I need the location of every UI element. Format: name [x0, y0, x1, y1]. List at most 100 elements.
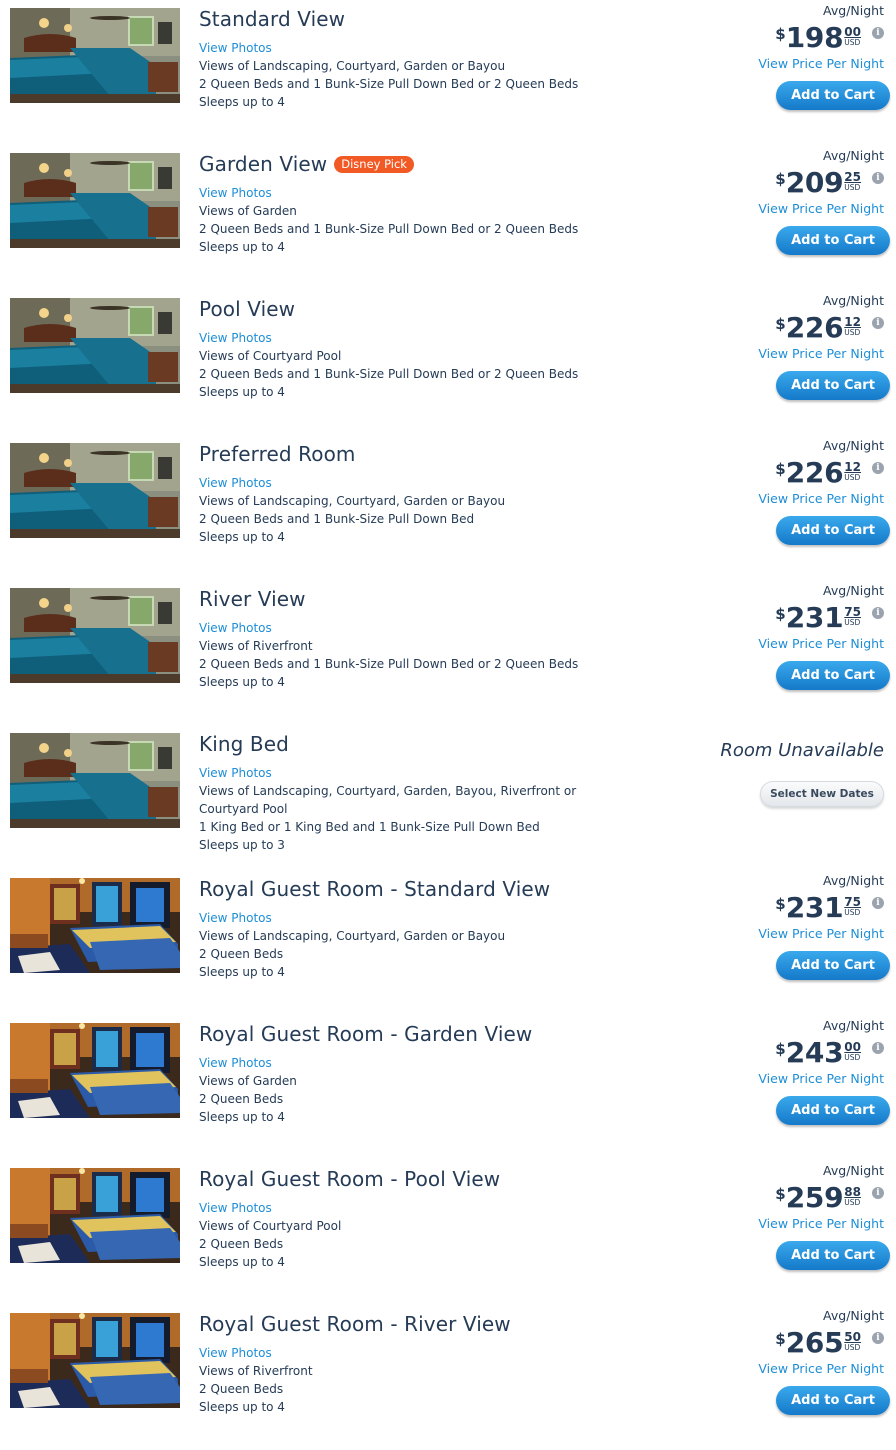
add-to-cart-button[interactable]: Add to Cart [776, 1241, 890, 1270]
title-row: King Bed [199, 732, 719, 756]
view-price-per-night-link[interactable]: View Price Per Night [704, 1216, 884, 1232]
room-row: Royal Guest Room - Garden View View Photo… [0, 1015, 896, 1160]
price-whole: 231 [785, 891, 844, 924]
royal-photo[interactable] [10, 1313, 180, 1408]
view-photos-link[interactable]: View Photos [199, 474, 719, 492]
room-photo[interactable] [10, 588, 180, 683]
view-price-per-night-link[interactable]: View Price Per Night [704, 346, 884, 362]
view-photos-link[interactable]: View Photos [199, 619, 719, 637]
view-price-per-night-link[interactable]: View Price Per Night [704, 1071, 884, 1087]
view-photos-link[interactable]: View Photos [199, 1199, 719, 1217]
royal-photo[interactable] [10, 1023, 180, 1118]
price-block: Avg/Night $209 25 USD i View Price Per Night [704, 148, 884, 217]
room-title: Royal Guest Room - River View [199, 1312, 511, 1336]
price-block: Avg/Night $231 75 USD i View Price Per Night [704, 583, 884, 652]
view-price-per-night-link[interactable]: View Price Per Night [704, 201, 884, 217]
room-photo[interactable] [10, 8, 180, 103]
view-photos-link[interactable]: View Photos [199, 1054, 719, 1072]
avg-night-label: Avg/Night [823, 1308, 884, 1323]
room-detail-line: Sleeps up to 4 [199, 240, 285, 254]
add-to-cart-button[interactable]: Add to Cart [776, 81, 890, 110]
room-detail-line: 2 Queen Beds and 1 Bunk-Size Pull Down B… [199, 77, 579, 91]
currency-code: USD [844, 908, 861, 917]
royal-photo[interactable] [10, 878, 180, 973]
room-title: Preferred Room [199, 442, 356, 466]
add-to-cart-button[interactable]: Add to Cart [776, 516, 890, 545]
currency-symbol: $ [775, 170, 786, 188]
info-icon[interactable]: i [872, 462, 884, 474]
room-info: Preferred Room View Photos Views of Landsc… [199, 442, 719, 546]
view-price-per-night-link[interactable]: View Price Per Night [704, 56, 884, 72]
room-detail-line: Views of Riverfront [199, 639, 313, 653]
add-to-cart-button[interactable]: Add to Cart [776, 661, 890, 690]
currency-code: USD [844, 1198, 861, 1207]
view-photos-link[interactable]: View Photos [199, 764, 719, 782]
view-photos-link[interactable]: View Photos [199, 39, 719, 57]
room-detail-line: Views of Garden [199, 1074, 297, 1088]
room-row: Preferred Room View Photos Views of Landsc… [0, 435, 896, 580]
price-block: Avg/Night $265 50 USD i View Price Per Night [704, 1308, 884, 1377]
room-photo[interactable] [10, 153, 180, 248]
currency-symbol: $ [775, 1330, 786, 1348]
view-photos-link[interactable]: View Photos [199, 184, 719, 202]
add-to-cart-button[interactable]: Add to Cart [776, 951, 890, 980]
price-cents: 12 [844, 315, 861, 329]
price-block: Avg/Night $226 12 USD i View Price Per Night [704, 438, 884, 507]
price-whole: 198 [785, 21, 844, 54]
room-row: Royal Guest Room - River View View Photos… [0, 1305, 896, 1450]
select-new-dates-button[interactable]: Select New Dates [760, 781, 884, 807]
room-info: Garden View Disney Pick View Photos Views o… [199, 152, 719, 256]
currency-code: USD [844, 1053, 861, 1062]
room-info: Pool View View Photos Views of Courtyard P… [199, 297, 719, 401]
room-row: Garden View Disney Pick View Photos Views o… [0, 145, 896, 290]
avg-night-label: Avg/Night [823, 1163, 884, 1178]
info-icon[interactable]: i [872, 897, 884, 909]
view-price-per-night-link[interactable]: View Price Per Night [704, 636, 884, 652]
price-wrap: $226 12 USD i [775, 311, 884, 344]
info-icon[interactable]: i [872, 1332, 884, 1344]
view-photos-link[interactable]: View Photos [199, 1344, 719, 1362]
avg-night-label: Avg/Night [823, 3, 884, 18]
info-icon[interactable]: i [872, 172, 884, 184]
add-to-cart-button[interactable]: Add to Cart [776, 371, 890, 400]
room-row: Royal Guest Room - Pool View View Photos V… [0, 1160, 896, 1305]
info-icon[interactable]: i [872, 317, 884, 329]
add-to-cart-button[interactable]: Add to Cart [776, 1096, 890, 1125]
room-detail-line: Sleeps up to 4 [199, 530, 285, 544]
room-title: Royal Guest Room - Standard View [199, 877, 551, 901]
room-detail-line: Sleeps up to 4 [199, 1400, 285, 1414]
add-to-cart-button[interactable]: Add to Cart [776, 1386, 890, 1415]
room-photo[interactable] [10, 443, 180, 538]
room-row: King Bed View Photos Views of Landscaping,… [0, 725, 896, 870]
info-icon[interactable]: i [872, 607, 884, 619]
price-whole: 243 [785, 1036, 844, 1069]
add-to-cart-button[interactable]: Add to Cart [776, 226, 890, 255]
currency-symbol: $ [775, 1040, 786, 1058]
view-price-per-night-link[interactable]: View Price Per Night [704, 926, 884, 942]
price-whole: 265 [785, 1326, 844, 1359]
room-photo[interactable] [10, 733, 180, 828]
title-row: Royal Guest Room - Pool View [199, 1167, 719, 1191]
room-detail-line: 2 Queen Beds and 1 Bunk-Size Pull Down B… [199, 367, 579, 381]
price-block: Room Unavailable [704, 728, 884, 762]
view-price-per-night-link[interactable]: View Price Per Night [704, 1361, 884, 1377]
price-cents-wrap: 75 USD [844, 606, 861, 627]
room-detail-line: Views of Landscaping, Courtyard, Garden … [199, 494, 506, 508]
title-row: Standard View [199, 7, 719, 31]
view-photos-link[interactable]: View Photos [199, 909, 719, 927]
info-icon[interactable]: i [872, 27, 884, 39]
room-detail-line: Sleeps up to 4 [199, 965, 285, 979]
view-photos-link[interactable]: View Photos [199, 329, 719, 347]
avg-night-label: Avg/Night [823, 293, 884, 308]
room-info: Standard View View Photos Views of Landsca… [199, 7, 719, 111]
price-amount: $259 88 USD i [704, 1181, 884, 1215]
info-icon[interactable]: i [872, 1042, 884, 1054]
view-price-per-night-link[interactable]: View Price Per Night [704, 491, 884, 507]
room-photo[interactable] [10, 298, 180, 393]
price-amount: $226 12 USD i [704, 456, 884, 490]
info-icon[interactable]: i [872, 1187, 884, 1199]
currency-symbol: $ [775, 1185, 786, 1203]
price-cents: 75 [844, 895, 861, 909]
royal-photo[interactable] [10, 1168, 180, 1263]
room-info: Royal Guest Room - River View View Photos… [199, 1312, 719, 1416]
